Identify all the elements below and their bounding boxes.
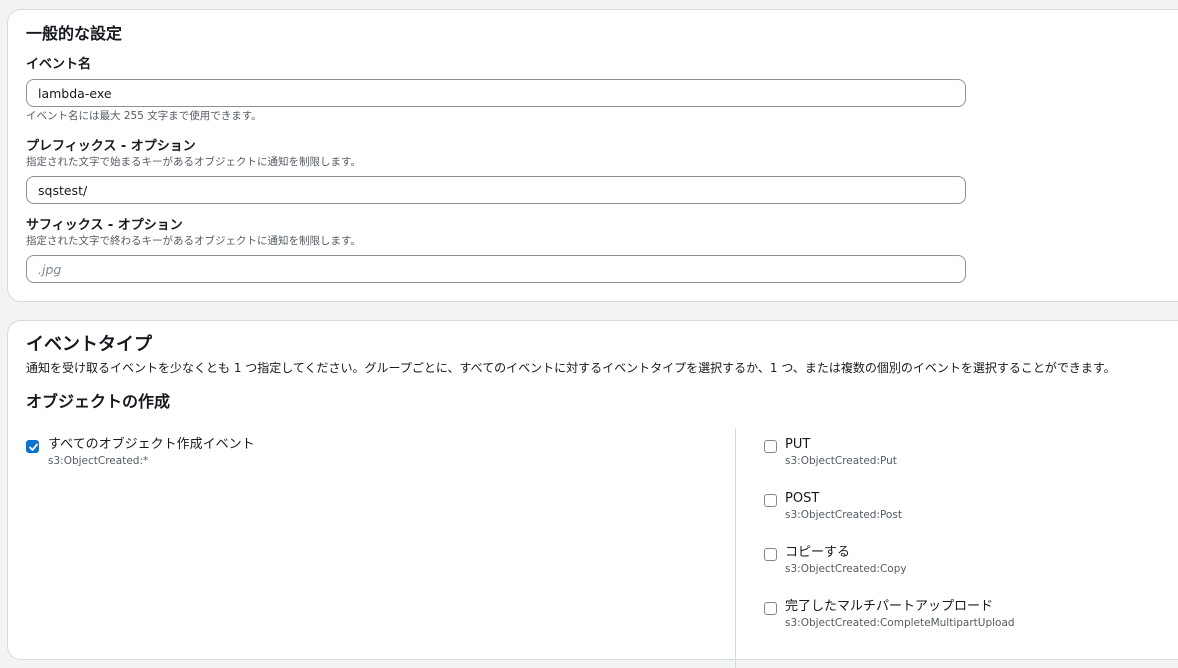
multipart-checkbox[interactable] [764, 602, 777, 615]
multipart-event-name: s3:ObjectCreated:CompleteMultipartUpload [785, 617, 1015, 629]
post-checkbox[interactable] [764, 494, 777, 507]
multipart-label: 完了したマルチパートアップロード [785, 599, 994, 614]
prefix-description: 指定された文字で始まるキーがあるオブジェクトに通知を制限します。 [26, 156, 361, 168]
suffix-label: サフィックス - オプション [26, 218, 183, 233]
event-name-label: イベント名 [26, 57, 92, 72]
prefix-input[interactable] [26, 176, 966, 204]
copy-event-name: s3:ObjectCreated:Copy [785, 563, 907, 575]
general-settings-title: 一般的な設定 [26, 24, 123, 43]
suffix-input[interactable] [26, 255, 966, 283]
suffix-description: 指定された文字で終わるキーがあるオブジェクトに通知を制限します。 [26, 235, 361, 247]
all-object-created-event-name: s3:ObjectCreated:* [48, 455, 149, 467]
event-name-hint: イベント名には最大 255 文字まで使用できます。 [26, 110, 262, 122]
copy-checkbox[interactable] [764, 548, 777, 561]
object-creation-group-title: オブジェクトの作成 [26, 392, 171, 411]
checkmark-icon [29, 443, 38, 451]
put-checkbox[interactable] [764, 440, 777, 453]
all-object-created-checkbox[interactable] [26, 440, 39, 453]
copy-label: コピーする [785, 545, 851, 560]
column-divider [735, 428, 736, 668]
all-object-created-label: すべてのオブジェクト作成イベント [48, 437, 255, 452]
event-types-title: イベントタイプ [26, 334, 152, 355]
put-label: PUT [785, 437, 811, 452]
event-types-panel: イベントタイプ 通知を受け取るイベントを少なくとも 1 つ指定してください。グル… [7, 320, 1178, 668]
prefix-label: プレフィックス - オプション [26, 139, 196, 154]
general-settings-panel: 一般的な設定 イベント名 イベント名には最大 255 文字まで使用できます。 プ… [7, 9, 1178, 302]
post-label: POST [785, 491, 820, 506]
put-event-name: s3:ObjectCreated:Put [785, 455, 897, 467]
event-name-input[interactable] [26, 79, 966, 107]
event-types-description: 通知を受け取るイベントを少なくとも 1 つ指定してください。グループごとに、すべ… [26, 361, 1116, 375]
post-event-name: s3:ObjectCreated:Post [785, 509, 902, 521]
